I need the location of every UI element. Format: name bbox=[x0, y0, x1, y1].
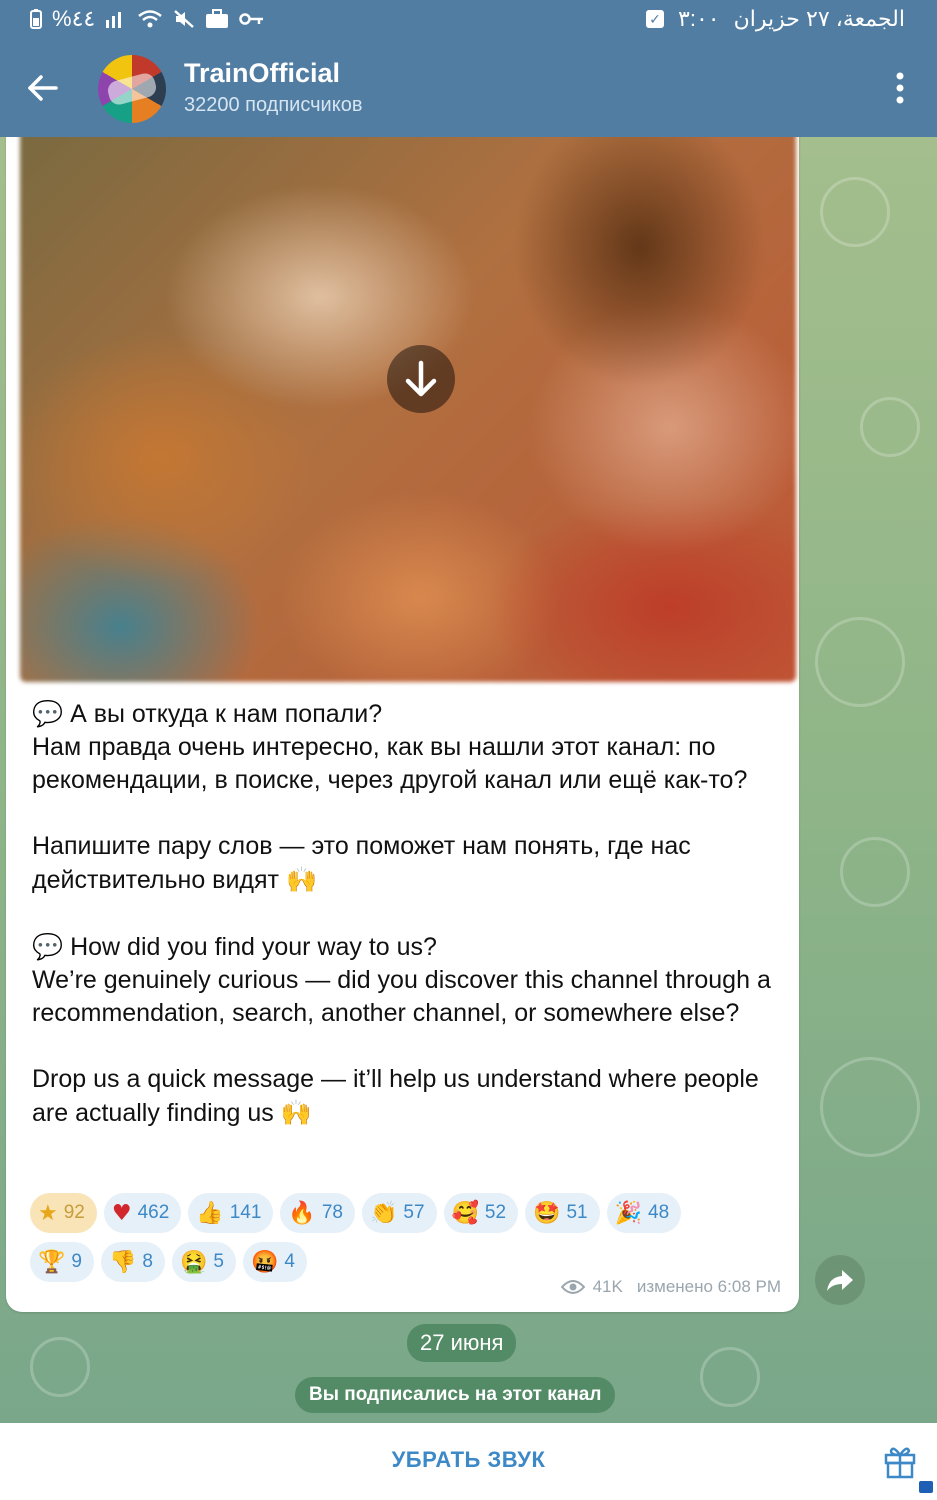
message-en-cta: Drop us a quick message — it’ll help us … bbox=[32, 1065, 766, 1127]
chat-area: 💬 А вы откуда к нам попали? Нам правда о… bbox=[0, 137, 937, 1423]
reaction-star-eyes[interactable]: 🤩 51 bbox=[525, 1193, 600, 1233]
message-text: 💬 А вы откуда к нам попали? Нам правда о… bbox=[32, 697, 792, 1130]
more-options-icon[interactable] bbox=[885, 68, 915, 108]
reaction-trophy[interactable]: 🏆 9 bbox=[30, 1242, 94, 1282]
speech-bubble-icon: 💬 bbox=[32, 699, 64, 728]
raised-hands-icon: 🙌 bbox=[285, 865, 318, 894]
channel-header: TrainOfficial 32200 подписчиков bbox=[0, 38, 937, 137]
status-icons: %٤٤ bbox=[30, 6, 265, 32]
briefcase-icon bbox=[206, 9, 229, 28]
reaction-angry[interactable]: 🤬 4 bbox=[242, 1242, 307, 1282]
raised-hands-icon: 🙌 bbox=[280, 1098, 312, 1127]
reaction-vomit[interactable]: 🤮 5 bbox=[171, 1242, 236, 1282]
reaction-clap[interactable]: 👏 57 bbox=[361, 1193, 437, 1233]
love-face-icon: 🥰 bbox=[451, 1200, 479, 1226]
message-en-body: We’re genuinely curious — did you discov… bbox=[32, 966, 778, 1027]
mute-icon bbox=[174, 10, 195, 28]
download-icon[interactable] bbox=[387, 345, 455, 413]
channel-avatar[interactable] bbox=[98, 55, 166, 123]
share-icon[interactable] bbox=[815, 1255, 865, 1305]
clap-icon: 👏 bbox=[369, 1200, 398, 1226]
channel-title[interactable]: TrainOfficial bbox=[184, 58, 340, 89]
status-right: ✓ ٣:٠٠ الجمعة، ٢٧ حزيران bbox=[646, 6, 905, 32]
message-en-heading: How did you find your way to us? bbox=[63, 933, 437, 961]
thumbs-down-icon: 👎 bbox=[108, 1249, 137, 1275]
key-icon bbox=[239, 13, 264, 25]
date-separator: 27 июня bbox=[407, 1324, 517, 1362]
status-bar: %٤٤ ✓ ٣:٠٠ الجمعة، ٢٧ حزيران bbox=[0, 0, 937, 38]
star-icon: ★ bbox=[38, 1200, 58, 1226]
edited-time: изменено 6:08 PM bbox=[636, 1277, 781, 1296]
thumbs-up-icon: 👍 bbox=[196, 1200, 224, 1226]
speech-bubble-icon: 💬 bbox=[32, 932, 64, 961]
notification-dot bbox=[919, 1481, 933, 1493]
status-time: ٣:٠٠ bbox=[678, 6, 720, 31]
view-count: 41K bbox=[592, 1277, 623, 1296]
unmute-button[interactable]: УБРАТЬ ЗВУК bbox=[0, 1447, 937, 1473]
message-bubble[interactable]: 💬 А вы откуда к нам попали? Нам правда о… bbox=[6, 137, 799, 1312]
back-arrow-icon[interactable] bbox=[22, 66, 66, 110]
fire-icon: 🔥 bbox=[288, 1200, 316, 1226]
party-icon: 🎉 bbox=[614, 1200, 643, 1226]
reaction-heart[interactable]: ♥ 462 bbox=[103, 1193, 182, 1233]
service-message: Вы подписались на этот канал bbox=[295, 1377, 616, 1413]
eye-icon bbox=[560, 1280, 585, 1294]
message-ru-heading: А вы откуда к нам попали? bbox=[63, 700, 383, 728]
checkbox-icon: ✓ bbox=[646, 10, 665, 28]
battery-percent: %٤٤ bbox=[52, 6, 96, 31]
star-eyes-icon: 🤩 bbox=[533, 1200, 561, 1226]
trophy-icon: 🏆 bbox=[38, 1249, 66, 1275]
signal-icon bbox=[106, 12, 122, 28]
reaction-thumbs-up[interactable]: 👍 141 bbox=[188, 1193, 274, 1233]
reaction-love-face[interactable]: 🥰 52 bbox=[443, 1193, 519, 1233]
subscriber-count: 32200 подписчиков bbox=[184, 94, 363, 116]
status-date: الجمعة، ٢٧ حزيران bbox=[733, 6, 905, 31]
message-meta: 41K изменено 6:08 PM bbox=[560, 1277, 781, 1297]
reaction-fire[interactable]: 🔥 78 bbox=[280, 1193, 355, 1233]
bottom-bar: УБРАТЬ ЗВУК bbox=[0, 1423, 937, 1500]
angry-face-icon: 🤬 bbox=[250, 1249, 279, 1275]
vomit-icon: 🤮 bbox=[179, 1249, 208, 1275]
reaction-party[interactable]: 🎉 48 bbox=[606, 1193, 682, 1233]
gift-icon[interactable] bbox=[883, 1443, 917, 1479]
wifi-icon bbox=[138, 10, 162, 28]
reaction-star[interactable]: ★ 92 bbox=[30, 1193, 97, 1233]
battery-icon bbox=[30, 9, 42, 29]
message-ru-cta: Напишите пару слов — это поможет нам пон… bbox=[32, 832, 698, 894]
heart-icon: ♥ bbox=[111, 1200, 132, 1226]
message-ru-body: Нам правда очень интересно, как вы нашли… bbox=[32, 733, 748, 794]
reaction-thumbs-down[interactable]: 👎 8 bbox=[100, 1242, 165, 1282]
